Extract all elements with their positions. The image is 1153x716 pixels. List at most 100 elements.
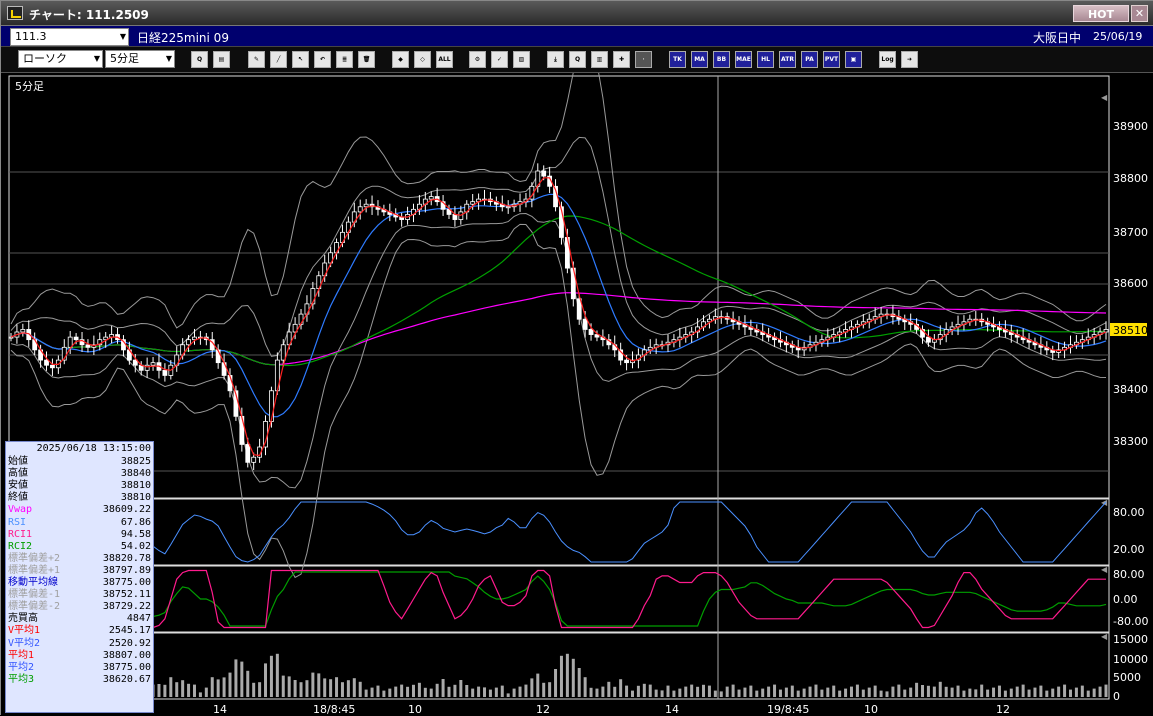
para-icon[interactable]: PA — [801, 51, 818, 68]
export-icon[interactable]: ➜ — [901, 51, 918, 68]
volume-bar — [849, 686, 853, 697]
volume-bar — [654, 689, 658, 697]
bb-icon[interactable]: BB — [713, 51, 730, 68]
volume-bar — [921, 685, 925, 697]
volume-bar — [1068, 689, 1072, 697]
volume-bar — [1074, 687, 1078, 697]
volume-bar — [518, 686, 522, 697]
volume-bar — [583, 677, 587, 697]
data-row-value: 4847 — [126, 613, 151, 625]
scroll-arrow-icon[interactable]: ◀ — [1101, 93, 1108, 102]
indicator-icon[interactable]: TK — [669, 51, 686, 68]
mae-icon[interactable]: MAE — [735, 51, 752, 68]
log-icon[interactable]: Log — [879, 51, 896, 68]
frame-icon[interactable]: ▣ — [845, 51, 862, 68]
volume-bar — [423, 687, 427, 697]
data-row-value: 38807.00 — [102, 649, 151, 661]
data-row: 高値 38840 — [6, 468, 153, 480]
code-select[interactable]: 111.3 ▼ — [10, 28, 129, 46]
chevron-down-icon: ▼ — [93, 54, 100, 63]
data-row-label: 標準偏差-1 — [8, 589, 61, 601]
volume-bar — [950, 687, 954, 697]
volume-bar — [1003, 690, 1007, 697]
volume-bar — [725, 686, 729, 697]
pvt-icon[interactable]: PVT — [823, 51, 840, 68]
volume-bar — [808, 686, 812, 697]
price-tick: 38700 — [1113, 226, 1148, 239]
chevron-down-icon: ▼ — [165, 54, 172, 63]
disabled-icon[interactable]: · — [635, 51, 652, 68]
volume-bar — [773, 684, 777, 697]
split-icon[interactable]: ✚ — [613, 51, 630, 68]
rsi-tick: 20.00 — [1113, 543, 1145, 556]
notes-icon[interactable]: ≣ — [336, 51, 353, 68]
volume-bar — [589, 687, 593, 697]
volume-tick: 5000 — [1113, 671, 1141, 684]
atr-icon[interactable]: ATR — [779, 51, 796, 68]
time-tick: 19/8:45 — [767, 703, 809, 716]
search-chart-icon[interactable]: Q — [569, 51, 586, 68]
candle-body — [44, 359, 49, 366]
scroll-arrow-icon[interactable]: ◀ — [1101, 498, 1108, 507]
scroll-arrow-icon[interactable]: ◀ — [1101, 632, 1108, 641]
volume-bar — [281, 675, 285, 697]
ma-icon[interactable]: MA — [691, 51, 708, 68]
volume-bar — [980, 684, 984, 697]
price-tick: 38400 — [1113, 383, 1148, 396]
volume-bar — [287, 676, 291, 697]
data-row-value: 67.86 — [120, 516, 151, 528]
chart-type-select[interactable]: ローソク ▼ — [18, 50, 103, 68]
volume-bar — [169, 677, 173, 697]
wrench-icon[interactable]: ✓ — [491, 51, 508, 68]
settings-icon[interactable]: ⚙ — [469, 51, 486, 68]
candle-body — [73, 336, 79, 341]
window-icon[interactable]: ▤ — [213, 51, 230, 68]
volume-bar — [406, 686, 410, 697]
bar-chart-icon[interactable]: ▥ — [591, 51, 608, 68]
data-row-value: 38825 — [120, 456, 151, 467]
volume-bar — [932, 686, 936, 697]
candle-body — [251, 456, 257, 463]
download-icon[interactable]: ⤓ — [547, 51, 564, 68]
volume-bar — [696, 686, 700, 697]
volume-bar — [299, 682, 303, 697]
chart-area[interactable]: 5分足 ◀ ◀ ◀ ◀ 38900 38800 38700 38600 3840… — [1, 73, 1153, 716]
volume-bar — [577, 668, 581, 697]
data-row-value: 38775.00 — [102, 661, 151, 673]
pencil-icon[interactable]: ✎ — [248, 51, 265, 68]
volume-bar — [1086, 690, 1090, 697]
all-icon[interactable]: ALL — [436, 51, 453, 68]
volume-bar — [477, 686, 481, 697]
data-row-value: 38820.78 — [102, 552, 151, 564]
data-row-label: V平均2 — [8, 637, 41, 649]
cursor-icon[interactable]: ↖ — [292, 51, 309, 68]
color-icon[interactable]: ▨ — [513, 51, 530, 68]
volume-bar — [814, 684, 818, 697]
line-tool-icon[interactable]: ╱ — [270, 51, 287, 68]
hl-icon[interactable]: HL — [757, 51, 774, 68]
volume-bar — [216, 679, 220, 697]
zoom-icon[interactable]: Q — [191, 51, 208, 68]
volume-bar — [926, 685, 930, 697]
close-icon[interactable]: ✕ — [1131, 5, 1148, 22]
volume-bar — [252, 682, 256, 697]
code-value: 111.3 — [15, 30, 47, 43]
scroll-arrow-icon[interactable]: ◀ — [1101, 565, 1108, 574]
candle-width-icon[interactable]: ◆ — [392, 51, 409, 68]
candle-narrow-icon[interactable]: ◇ — [414, 51, 431, 68]
hot-button[interactable]: HOT — [1073, 5, 1129, 22]
trash-icon[interactable]: 🗑 — [358, 51, 375, 68]
volume-bar — [648, 684, 652, 697]
interval-select[interactable]: 5分足 ▼ — [105, 50, 175, 68]
data-row-value: 38810 — [120, 492, 151, 504]
volume-bar — [607, 681, 611, 697]
volume-bar — [897, 684, 901, 697]
undo-icon[interactable]: ↶ — [314, 51, 331, 68]
interval-value: 5分足 — [110, 52, 139, 65]
volume-bar — [293, 680, 297, 697]
candle-body — [280, 344, 286, 361]
volume-bar — [1104, 684, 1108, 697]
volume-bar — [1021, 684, 1025, 697]
data-row: 安値 38810 — [6, 480, 153, 492]
volume-bar — [210, 677, 214, 697]
